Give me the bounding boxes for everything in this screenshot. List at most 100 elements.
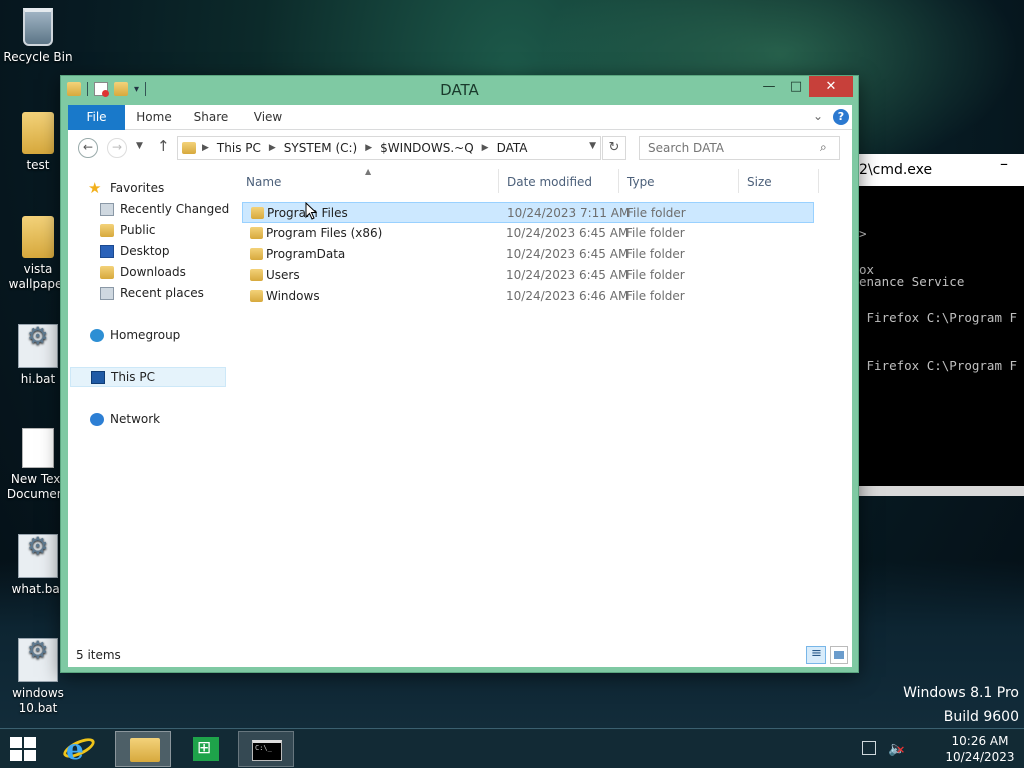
sidebar-item-label: Public: [120, 223, 156, 237]
recycle-bin-icon: [23, 8, 53, 46]
recently-changed-icon: [100, 203, 114, 216]
sidebar-item-recent-places[interactable]: Recent places: [68, 284, 226, 304]
sidebar-item-recently-changed[interactable]: Recently Changed: [68, 200, 229, 220]
volume-muted-icon[interactable]: 🔈: [888, 741, 906, 757]
help-icon[interactable]: ?: [833, 109, 849, 125]
forward-button[interactable]: →: [107, 138, 127, 158]
taskbar: e C:\_ 🔈 10:26 AM 10/24/2023: [0, 728, 1024, 768]
table-row[interactable]: Users 10/24/2023 6:45 AM File folder: [242, 265, 814, 286]
minimize-icon[interactable]: –: [1000, 154, 1008, 173]
cmd-title: 2\cmd.exe: [859, 162, 933, 178]
column-divider[interactable]: [498, 169, 499, 193]
folder-icon: [22, 112, 54, 154]
breadcrumb-separator-icon[interactable]: ▶: [269, 141, 276, 156]
recent-locations-icon[interactable]: ▼: [136, 141, 143, 151]
maximize-button[interactable]: □: [783, 76, 809, 97]
file-name: Users: [266, 268, 300, 282]
column-header-date-modified[interactable]: Date modified: [507, 175, 592, 189]
close-button[interactable]: ✕: [809, 76, 853, 97]
column-divider[interactable]: [818, 169, 819, 193]
search-input[interactable]: [639, 136, 840, 160]
breadcrumb-windows-q[interactable]: $WINDOWS.~Q: [380, 141, 474, 156]
tab-share[interactable]: Share: [191, 105, 231, 130]
breadcrumb-separator-icon[interactable]: ▶: [202, 141, 209, 156]
back-button[interactable]: ←: [78, 138, 98, 158]
navigation-pane: ★ Favorites Recently Changed Public Desk…: [68, 167, 229, 637]
mouse-cursor-icon: [305, 202, 317, 220]
sidebar-item-public[interactable]: Public: [68, 221, 226, 241]
store-icon: [193, 737, 219, 761]
sidebar-item-favorites[interactable]: ★ Favorites: [68, 179, 226, 199]
file-list: ▲ Name Date modified Type Size Program F…: [240, 167, 852, 635]
windows-logo-icon: [10, 737, 22, 748]
computer-icon: [91, 371, 105, 384]
folder-icon: [250, 248, 263, 260]
explorer-titlebar[interactable]: ▾ DATA — □ ✕: [61, 76, 858, 104]
windows-edition-text: Windows 8.1 Pro: [903, 685, 1019, 701]
tab-view[interactable]: View: [248, 105, 288, 130]
file-type: File folder: [626, 268, 685, 282]
system-clock[interactable]: 10:26 AM 10/24/2023: [940, 733, 1020, 765]
windows-logo-icon: [24, 737, 36, 748]
large-icons-view-icon[interactable]: [830, 646, 848, 664]
network-status-icon[interactable]: [862, 741, 876, 755]
cmd-window[interactable]: 2\cmd.exe – > ox enance Service Firefox C…: [858, 154, 1024, 496]
sidebar-item-network[interactable]: Network: [68, 410, 226, 430]
file-type: File folder: [626, 289, 685, 303]
explorer-window[interactable]: ▾ DATA — □ ✕ File Home Share View ⌄ ? ← …: [60, 75, 859, 673]
column-header-type[interactable]: Type: [627, 175, 655, 189]
table-row[interactable]: Program Files (x86) 10/24/2023 6:45 AM F…: [242, 223, 814, 244]
refresh-button[interactable]: ↻: [602, 136, 626, 160]
folder-icon: [251, 207, 264, 219]
sidebar-item-label: Downloads: [120, 265, 186, 279]
desktop-icon: [100, 245, 114, 258]
table-row[interactable]: ProgramData 10/24/2023 6:45 AM File fold…: [242, 244, 814, 265]
sidebar-item-this-pc[interactable]: This PC: [70, 367, 226, 387]
column-header-size[interactable]: Size: [747, 175, 772, 189]
file-date: 10/24/2023 6:46 AM: [506, 289, 629, 303]
recent-places-icon: [100, 287, 114, 300]
desktop-icon-recycle-bin[interactable]: Recycle Bin: [0, 8, 76, 65]
tab-file[interactable]: File: [68, 105, 125, 130]
file-name: ProgramData: [266, 247, 346, 261]
cmd-line: Firefox C:\Program F: [859, 358, 1018, 373]
navigation-bar: ← → ▼ ↑ ▶ This PC ▶ SYSTEM (C:) ▶ $WINDO…: [68, 131, 852, 165]
breadcrumb-separator-icon[interactable]: ▶: [365, 141, 372, 156]
column-divider[interactable]: [738, 169, 739, 193]
address-bar[interactable]: ▶ This PC ▶ SYSTEM (C:) ▶ $WINDOWS.~Q ▶ …: [177, 136, 601, 160]
column-header-name[interactable]: Name: [246, 175, 281, 189]
tab-home[interactable]: Home: [134, 105, 174, 130]
details-view-icon[interactable]: [806, 646, 826, 664]
sidebar-item-homegroup[interactable]: Homegroup: [68, 326, 226, 346]
minimize-button[interactable]: —: [756, 76, 782, 97]
breadcrumb-separator-icon[interactable]: ▶: [482, 141, 489, 156]
sidebar-item-desktop[interactable]: Desktop: [68, 242, 226, 262]
cmd-titlebar[interactable]: 2\cmd.exe –: [859, 154, 1024, 186]
start-button[interactable]: [10, 737, 38, 761]
folder-icon: [250, 290, 263, 302]
file-name: Windows: [266, 289, 320, 303]
table-row[interactable]: Program Files 10/24/2023 7:11 AM File fo…: [242, 202, 814, 223]
breadcrumb-data[interactable]: DATA: [497, 141, 528, 156]
breadcrumb-this-pc[interactable]: This PC: [217, 141, 261, 156]
taskbar-file-explorer[interactable]: [115, 731, 171, 767]
breadcrumb-system-c[interactable]: SYSTEM (C:): [284, 141, 357, 156]
sidebar-item-downloads[interactable]: Downloads: [68, 263, 226, 283]
folder-icon: [182, 142, 196, 154]
up-button[interactable]: ↑: [157, 137, 170, 155]
taskbar-internet-explorer[interactable]: e: [52, 731, 108, 767]
column-divider[interactable]: [618, 169, 619, 193]
folder-icon: [22, 216, 54, 258]
search-icon[interactable]: ⌕: [820, 140, 827, 155]
batch-file-icon: [18, 324, 58, 368]
sidebar-item-label: Desktop: [120, 244, 170, 258]
cmd-scrollbar[interactable]: [859, 486, 1024, 496]
item-count: 5 items: [76, 648, 121, 662]
address-dropdown-icon[interactable]: ▼: [589, 141, 596, 151]
taskbar-store[interactable]: [177, 731, 233, 767]
table-row[interactable]: Windows 10/24/2023 6:46 AM File folder: [242, 286, 814, 307]
cmd-line: [859, 216, 1024, 228]
expand-ribbon-icon[interactable]: ⌄: [813, 109, 823, 123]
taskbar-command-prompt[interactable]: C:\_: [238, 731, 294, 767]
folder-icon: [250, 269, 263, 281]
